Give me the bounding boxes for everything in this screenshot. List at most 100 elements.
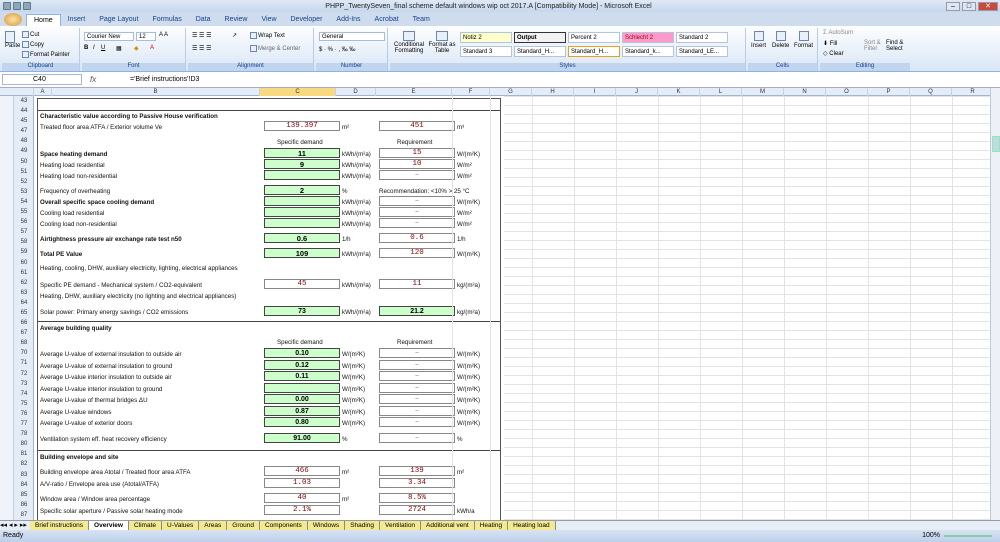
demand-value[interactable]: 466 <box>264 466 340 476</box>
row-header[interactable]: 83 <box>14 472 34 478</box>
row-header[interactable]: 47 <box>14 128 34 134</box>
requirement-value[interactable]: – <box>379 394 455 404</box>
minimize-button[interactable]: – <box>946 1 960 11</box>
requirement-value[interactable]: 0.6 <box>379 233 455 243</box>
format-painter-button[interactable]: Format Painter <box>22 51 70 58</box>
sheet-tab[interactable]: Components <box>259 521 308 530</box>
column-header[interactable]: R <box>952 88 994 96</box>
fx-icon[interactable]: fx <box>90 75 130 84</box>
column-header[interactable]: C <box>260 88 336 96</box>
font-color-icon[interactable]: A <box>150 45 154 51</box>
co2-value[interactable]: 11 <box>379 279 455 289</box>
row-header[interactable]: 68 <box>14 340 34 346</box>
sheet-tab[interactable]: Brief instructions <box>30 521 90 530</box>
cut-button[interactable]: Cut <box>22 31 39 38</box>
row-header[interactable]: 71 <box>14 360 34 366</box>
fill-color-icon[interactable]: ◆ <box>134 45 139 52</box>
tab-home[interactable]: Home <box>26 14 61 26</box>
row-header[interactable]: 45 <box>14 118 34 124</box>
demand-value[interactable]: 11 <box>264 148 340 158</box>
row-header[interactable]: 65 <box>14 310 34 316</box>
requirement-value[interactable]: 3.34 <box>379 478 455 488</box>
style-standard-3[interactable]: Standard 3 <box>460 46 512 57</box>
row-header[interactable]: 61 <box>14 270 34 276</box>
pe-mech-value[interactable]: 45 <box>264 279 340 289</box>
requirement-value[interactable]: – <box>379 405 455 416</box>
demand-value[interactable]: 0.87 <box>264 405 340 416</box>
row-header[interactable]: 75 <box>14 401 34 407</box>
merge-center-button[interactable]: Merge & Center <box>250 45 300 52</box>
requirement-value[interactable]: – <box>379 218 455 228</box>
number-format-select[interactable]: General <box>319 32 385 41</box>
sheet-tab[interactable]: U-Values <box>162 521 200 530</box>
sort-filter-button[interactable]: Sort & Filter <box>864 40 884 52</box>
style-standard-k[interactable]: Standard_k... <box>622 46 674 57</box>
tab-acrobat[interactable]: Acrobat <box>368 14 406 26</box>
row-header[interactable]: 77 <box>14 421 34 427</box>
fill-button[interactable]: ⬇ Fill <box>823 40 837 47</box>
row-header[interactable]: 55 <box>14 209 34 215</box>
paste-button[interactable]: Paste <box>5 31 20 49</box>
row-header[interactable]: 54 <box>14 199 34 205</box>
tfa-value[interactable]: 139.397 <box>264 121 340 131</box>
requirement-value[interactable]: 10 <box>379 159 455 169</box>
format-as-table-button[interactable]: Format as Table <box>428 31 456 54</box>
row-header[interactable]: 85 <box>14 492 34 498</box>
column-header[interactable]: K <box>658 88 700 96</box>
row-header[interactable]: 44 <box>14 108 34 114</box>
style-standard-le[interactable]: Standard_LE... <box>676 46 728 57</box>
select-all-corner[interactable] <box>0 88 34 96</box>
row-header[interactable]: 48 <box>14 138 34 144</box>
row-header[interactable]: 43 <box>14 98 34 104</box>
tab-team[interactable]: Team <box>406 14 437 26</box>
row-header[interactable]: 62 <box>14 280 34 286</box>
style-notiz-2[interactable]: Notiz 2 <box>460 32 512 43</box>
column-header[interactable]: N <box>784 88 826 96</box>
align-left-icon[interactable]: ☰ ☰ ☰ <box>192 45 211 52</box>
formula-input[interactable]: ='Brief instructions'!D3 <box>130 74 1000 85</box>
column-header[interactable]: B <box>52 88 260 96</box>
undo-icon[interactable] <box>13 2 21 10</box>
orientation-icon[interactable]: ↗ <box>232 32 237 39</box>
row-header[interactable]: 63 <box>14 290 34 296</box>
align-top-icon[interactable]: ☰ ☰ ☰ <box>192 32 211 39</box>
column-header[interactable]: I <box>574 88 616 96</box>
demand-value[interactable] <box>264 170 340 180</box>
requirement-value[interactable]: 139 <box>379 466 455 476</box>
column-header[interactable]: F <box>452 88 490 96</box>
sheet-nav-arrows[interactable]: ◂◂ ◂ ▸ ▸▸ <box>0 521 30 530</box>
underline-button[interactable]: U <box>101 45 105 51</box>
demand-value[interactable]: 2 <box>264 185 340 195</box>
clear-button[interactable]: ◇ Clear <box>823 50 844 57</box>
name-box[interactable]: C40 <box>2 74 82 85</box>
volume-value[interactable]: 451 <box>379 121 455 131</box>
close-button[interactable]: ✕ <box>978 1 998 11</box>
demand-value[interactable]: 0.80 <box>264 417 340 427</box>
demand-value[interactable]: 0.6 <box>264 233 340 243</box>
row-header[interactable]: 81 <box>14 451 34 457</box>
row-header[interactable]: 78 <box>14 431 34 437</box>
requirement-value[interactable]: 120 <box>379 248 455 258</box>
demand-value[interactable] <box>264 382 340 393</box>
wrap-text-button[interactable]: Wrap Text <box>250 32 285 39</box>
column-header[interactable]: A <box>34 88 52 96</box>
demand-value[interactable]: 0.10 <box>264 348 340 358</box>
find-select-button[interactable]: Find & Select <box>886 40 908 52</box>
column-header[interactable]: E <box>376 88 452 96</box>
row-header[interactable]: 73 <box>14 381 34 387</box>
office-button[interactable] <box>4 13 22 26</box>
style-output[interactable]: Output <box>514 32 566 43</box>
redo-icon[interactable] <box>23 2 31 10</box>
demand-value[interactable] <box>264 218 340 228</box>
column-header[interactable]: O <box>826 88 868 96</box>
italic-button[interactable]: I <box>93 45 95 51</box>
requirement-value[interactable]: – <box>379 417 455 427</box>
conditional-formatting-button[interactable]: Conditional Formatting <box>392 31 426 54</box>
format-cells-button[interactable]: Format <box>794 31 813 49</box>
grow-font-icon[interactable]: A A <box>159 32 168 38</box>
demand-value[interactable]: 2.1% <box>264 505 340 515</box>
row-header[interactable]: 86 <box>14 502 34 508</box>
requirement-value[interactable]: – <box>379 170 455 180</box>
sheet-tab[interactable]: Additional vent <box>421 521 475 530</box>
row-header[interactable]: 57 <box>14 229 34 235</box>
